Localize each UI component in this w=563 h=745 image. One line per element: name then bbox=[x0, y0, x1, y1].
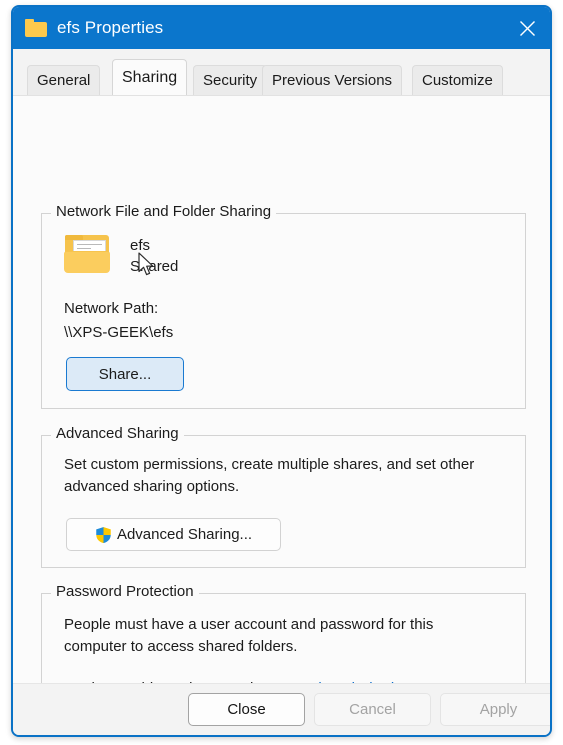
tab-general[interactable]: General bbox=[27, 65, 101, 95]
network-path-label: Network Path: bbox=[64, 300, 159, 317]
password-protection-description: People must have a user account and pass… bbox=[64, 616, 434, 655]
tab-content-sharing: Network File and Folder Sharing efs Shar… bbox=[13, 95, 550, 731]
properties-dialog-window: efs Properties General Sharing Security … bbox=[11, 5, 552, 737]
title-bar: efs Properties bbox=[13, 7, 550, 49]
shared-folder-status: Shared bbox=[130, 258, 179, 275]
dialog-footer: Close Cancel Apply bbox=[13, 683, 550, 735]
advanced-sharing-button-label: Advanced Sharing... bbox=[116, 526, 253, 543]
tab-sharing[interactable]: Sharing bbox=[112, 59, 188, 95]
group-password-legend: Password Protection bbox=[51, 583, 199, 600]
network-path-value: \\XPS-GEEK\efs bbox=[64, 324, 174, 341]
advanced-sharing-description: Set custom permissions, create multiple … bbox=[64, 456, 475, 495]
group-network-file-and-folder-sharing: Network File and Folder Sharing efs Shar… bbox=[41, 203, 526, 409]
shared-folder-icon bbox=[64, 235, 110, 273]
group-network-legend: Network File and Folder Sharing bbox=[51, 203, 277, 220]
group-advanced-sharing: Advanced Sharing Set custom permissions,… bbox=[41, 425, 526, 568]
close-icon[interactable] bbox=[504, 7, 550, 49]
tab-security[interactable]: Security bbox=[193, 65, 268, 95]
share-button[interactable]: Share... bbox=[66, 357, 184, 391]
shared-folder-info: efs Shared bbox=[130, 233, 178, 277]
window-title: efs Properties bbox=[57, 18, 164, 37]
advanced-sharing-button[interactable]: Advanced Sharing... bbox=[66, 518, 281, 551]
cancel-button: Cancel bbox=[314, 693, 431, 726]
tab-previous-versions[interactable]: Previous Versions bbox=[262, 65, 403, 95]
shared-folder-row: efs Shared bbox=[64, 233, 178, 277]
uac-shield-icon bbox=[95, 525, 112, 544]
apply-button: Apply bbox=[440, 693, 550, 726]
shared-folder-name: efs bbox=[130, 237, 151, 254]
group-advanced-legend: Advanced Sharing bbox=[51, 425, 184, 442]
screenshot-root: efs Properties General Sharing Security … bbox=[0, 0, 563, 745]
close-button[interactable]: Close bbox=[188, 693, 305, 726]
tab-customize[interactable]: Customize bbox=[412, 65, 503, 95]
folder-icon bbox=[25, 19, 47, 37]
tab-strip: General Sharing Security Previous Versio… bbox=[13, 49, 550, 95]
